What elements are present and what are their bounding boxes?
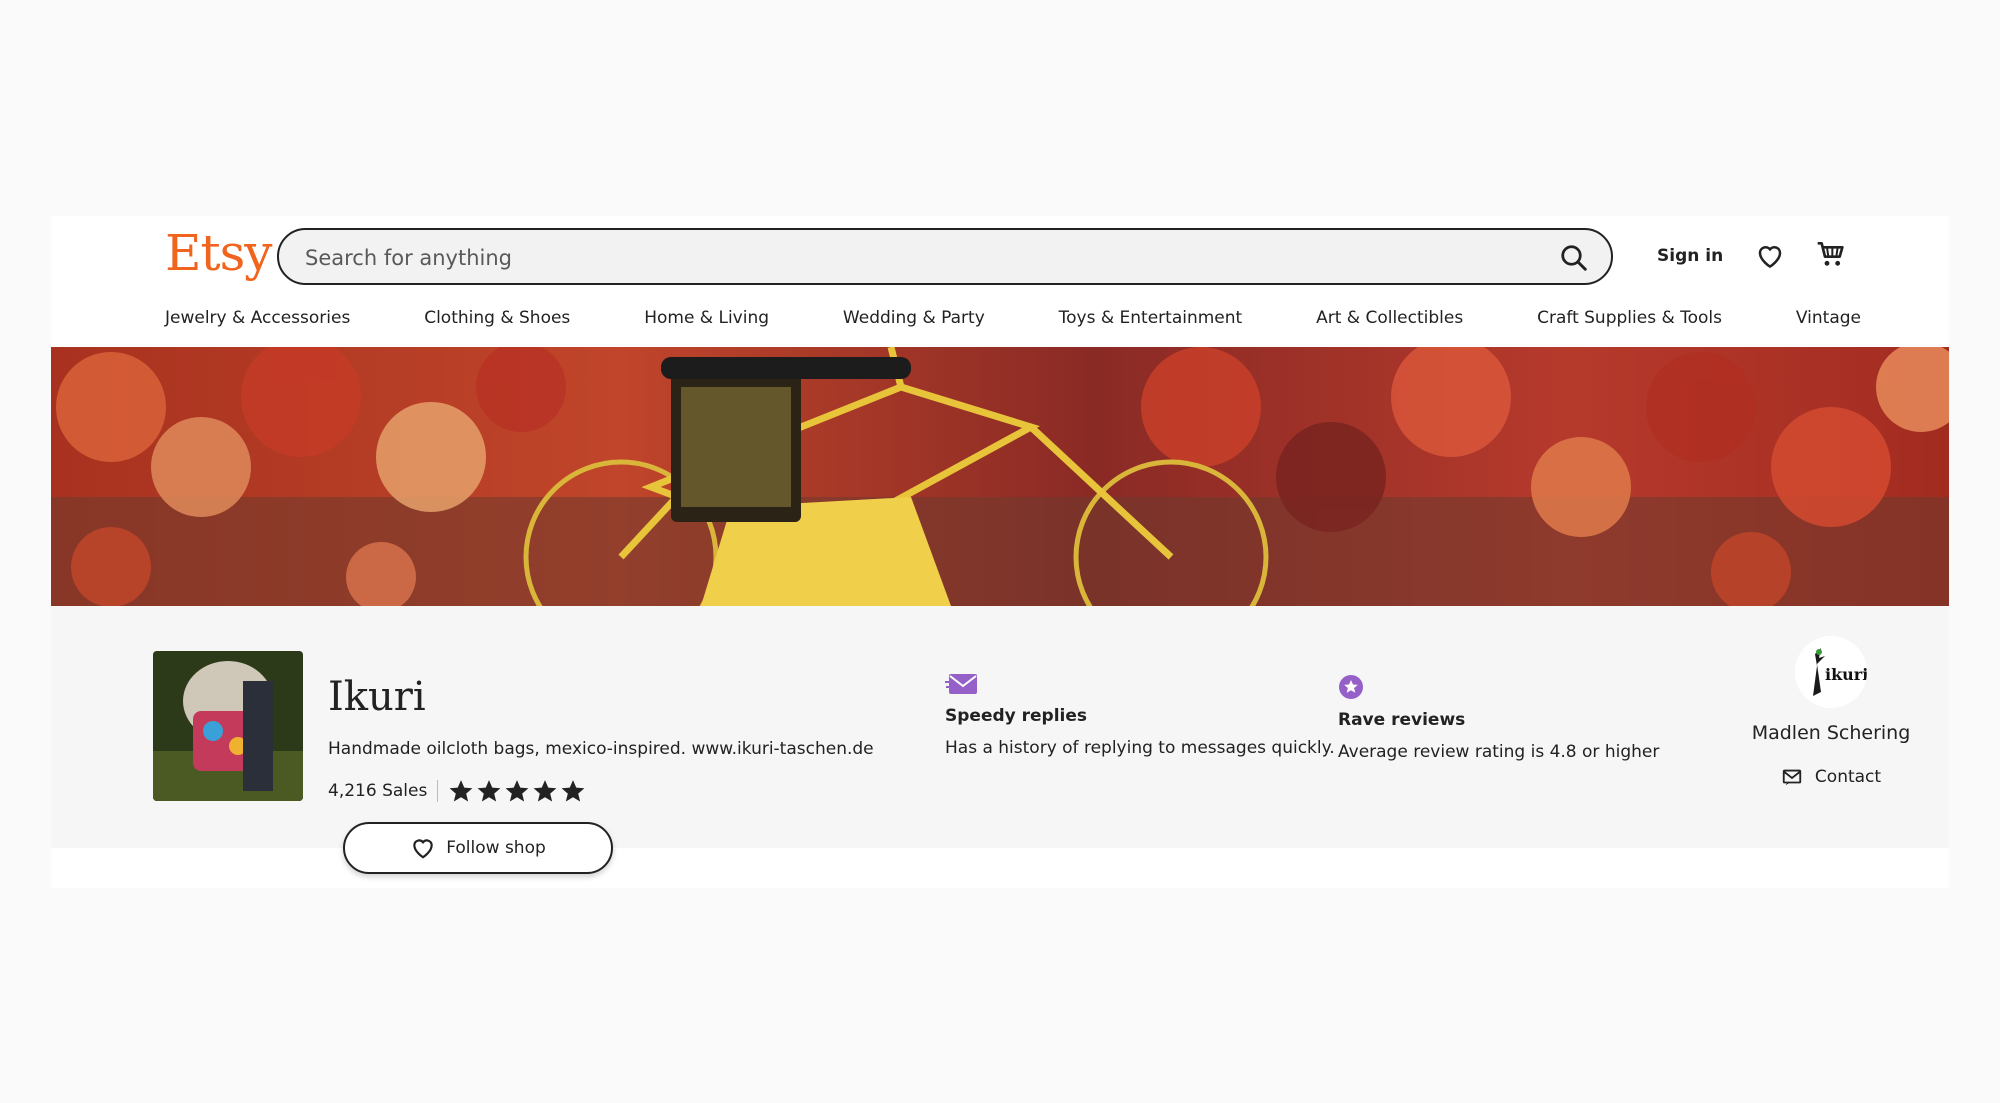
owner-avatar[interactable]: ikuri — [1795, 636, 1867, 708]
shop-name: Ikuri — [328, 674, 426, 720]
shop-info-section: Ikuri Handmade oilcloth bags, mexico-ins… — [51, 606, 1949, 848]
badge-description: Has a history of replying to messages qu… — [945, 738, 1335, 758]
banner-image — [51, 347, 1949, 606]
star-badge-icon — [1339, 675, 1363, 699]
cart-icon[interactable] — [1815, 238, 1847, 270]
badge-title: Rave reviews — [1338, 710, 1466, 730]
category-art[interactable]: Art & Collectibles — [1316, 308, 1463, 328]
category-jewelry[interactable]: Jewelry & Accessories — [165, 308, 350, 328]
star-icon — [505, 780, 529, 802]
shop-owner: ikuri Madlen Schering Contact — [1731, 636, 1931, 792]
sales-rating-row: 4,216 Sales — [328, 778, 586, 804]
follow-shop-button[interactable]: Follow shop — [343, 822, 613, 874]
badge-speedy-replies: Speedy replies Has a history of replying… — [945, 674, 1335, 758]
sign-in-link[interactable]: Sign in — [1657, 246, 1723, 266]
rating-stars[interactable] — [448, 778, 586, 804]
badge-title: Speedy replies — [945, 706, 1088, 726]
star-icon — [533, 780, 557, 802]
sales-count: 4,216 Sales — [328, 781, 428, 801]
category-clothing[interactable]: Clothing & Shoes — [424, 308, 570, 328]
category-nav: Jewelry & Accessories Clothing & Shoes H… — [165, 308, 1861, 328]
contact-envelope-icon — [1782, 769, 1802, 786]
contact-label: Contact — [1814, 767, 1882, 787]
favorites-heart-icon[interactable] — [1755, 241, 1785, 271]
category-vintage[interactable]: Vintage — [1796, 308, 1861, 328]
owner-avatar-logo: ikuri — [1795, 636, 1867, 708]
etsy-logo[interactable]: Etsy — [165, 228, 272, 278]
shop-tagline: Handmade oilcloth bags, mexico-inspired.… — [328, 739, 874, 759]
search-input[interactable] — [303, 230, 1507, 285]
owner-avatar-text: ikuri — [1825, 665, 1867, 684]
envelope-icon — [945, 674, 977, 694]
contact-button[interactable]: Contact — [1781, 766, 1881, 788]
shop-avatar[interactable] — [153, 651, 303, 801]
search-bar[interactable] — [277, 228, 1613, 285]
page-frame: Etsy Sign in Jewelry & Accessories Cloth… — [51, 216, 1949, 888]
badge-rave-reviews: Rave reviews Average review rating is 4.… — [1338, 674, 1659, 762]
shop-avatar-image — [153, 651, 303, 801]
owner-name: Madlen Schering — [1751, 722, 1911, 744]
divider — [437, 780, 439, 802]
badge-description: Average review rating is 4.8 or higher — [1338, 742, 1660, 762]
category-toys[interactable]: Toys & Entertainment — [1059, 308, 1243, 328]
category-home[interactable]: Home & Living — [644, 308, 769, 328]
shop-banner — [51, 347, 1949, 606]
star-icon — [449, 780, 473, 802]
category-craft[interactable]: Craft Supplies & Tools — [1537, 308, 1722, 328]
star-icon — [477, 780, 501, 802]
search-icon[interactable] — [1559, 243, 1589, 273]
follow-shop-label: Follow shop — [446, 838, 546, 858]
star-icon — [561, 780, 585, 802]
heart-icon — [413, 839, 433, 859]
category-wedding[interactable]: Wedding & Party — [843, 308, 985, 328]
